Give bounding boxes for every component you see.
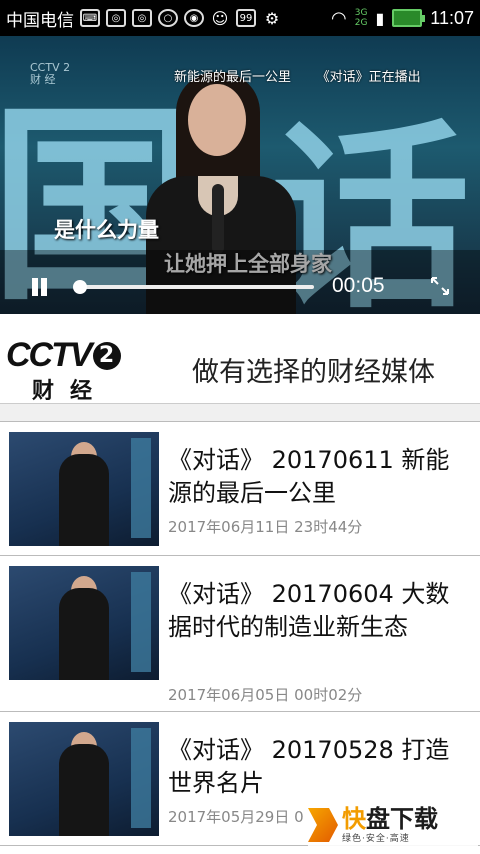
carrier-name: 中国电信 [6,10,74,30]
section-divider [0,404,480,422]
logo-number: 2 [92,342,121,370]
app-icon: ◎ [106,9,126,27]
episode-date: 2017年06月05日 00时02分 [168,686,363,704]
expand-icon [431,277,449,295]
wifi-icon: ◠ [331,7,347,29]
episode-date: 2017年05月29日 0 [168,808,304,826]
episode-title: 《对话》 20170611 新能源的最后一公里 [168,446,450,507]
now-playing-program: 《对话》正在播出 [316,69,421,84]
99-icon: 99 [236,9,256,27]
pause-button[interactable] [30,278,50,298]
signal-icon: 3G 2G [354,8,368,28]
list-item[interactable]: 《对话》 20170604 大数据时代的制造业新生态 2017年06月05日 0… [0,556,480,712]
chat-icon: ○ [158,9,178,27]
pause-icon [32,278,38,296]
site-watermark: 快盘下载 绿色·安全·高速 [308,802,478,848]
episode-thumbnail [9,566,159,680]
logo-text: CCTV [6,336,93,374]
progress-bar[interactable] [73,280,314,294]
keyboard-icon: ⌨ [80,9,100,27]
elapsed-time: 00:05 [332,274,385,297]
channel-watermark: CCTV 2 财 经 [30,61,70,87]
fullscreen-button[interactable] [430,276,450,296]
list-item[interactable]: 《对话》 20170611 新能源的最后一公里 2017年06月11日 23时4… [0,422,480,556]
battery-icon [392,9,426,27]
sim-icon: ▮ [375,8,385,28]
now-playing-title: 新能源的最后一公里 [174,69,292,84]
microphone [212,184,224,254]
progress-thumb[interactable] [73,280,88,294]
status-bar: 中国电信 ⌨ ◎ ◎ ○ ◉ ☺ 99 ⚙ ◠ 3G 2G ▮ 11:07 [0,0,480,36]
status-right: ◠ 3G 2G ▮ 11:07 [331,8,474,29]
logo-subtitle: 财经 [32,379,109,404]
episode-thumbnail [9,432,159,546]
episode-thumbnail [9,722,159,836]
episode-title: 《对话》 20170528 打造世界名片 [168,736,450,797]
player-controls: 00:05 [0,250,480,314]
channel-banner: CCTV 2 财经 做有选择的财经媒体 [0,314,480,404]
channel-watermark-line: 财 经 [30,73,56,87]
clock: 11:07 [430,7,474,28]
face-icon: ☺ [211,8,229,28]
watermark-brand: 快盘下载 [342,804,438,833]
kuai-logo-icon [308,808,338,842]
app-icon: ◉ [184,9,204,27]
video-subtitle: 是什么力量 [54,218,159,242]
episode-title: 《对话》 20170604 大数据时代的制造业新生态 [168,580,450,641]
android-icon: ⚙ [264,8,280,28]
episode-list: 《对话》 20170611 新能源的最后一公里 2017年06月11日 23时4… [0,422,480,846]
notification-icons: ⌨ ◎ ◎ ○ ◉ ☺ 99 ⚙ [80,8,282,28]
video-player[interactable]: 国 话 CCTV 2 财 经 新能源的最后一公里 《对话》正在播出 是什么力量 … [0,36,480,314]
channel-slogan: 做有选择的财经媒体 [192,357,435,388]
episode-date: 2017年06月11日 23时44分 [168,518,363,536]
cctv2-logo: CCTV 2 财经 [6,336,121,405]
now-playing-caption: 新能源的最后一公里 《对话》正在播出 [174,66,421,85]
app-icon: ◎ [132,9,152,27]
